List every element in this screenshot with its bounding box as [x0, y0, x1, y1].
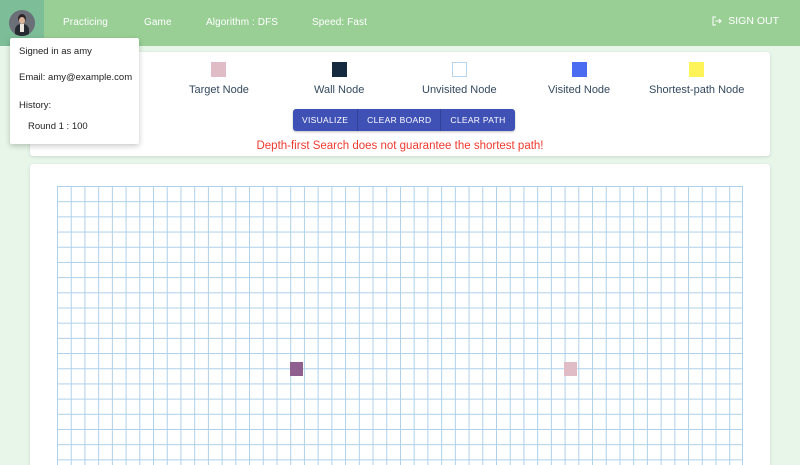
signed-in-text: Signed in as amy [19, 46, 92, 57]
visited-node-swatch [571, 62, 587, 77]
node-grid[interactable] [57, 186, 743, 465]
action-button-group: VISUALIZE CLEAR BOARD CLEAR PATH [293, 109, 515, 131]
clear-board-button[interactable]: CLEAR BOARD [358, 109, 442, 131]
wall-node-swatch [331, 62, 347, 77]
user-dropdown-menu: Signed in as amy Email: amy@example.com … [10, 38, 139, 144]
unvisited-node-swatch [451, 62, 467, 77]
sign-out-icon [712, 16, 722, 26]
email-text: Email: amy@example.com [19, 72, 133, 83]
legend-label: Target Node [189, 84, 249, 96]
legend-unvisited-node: Unvisited Node [422, 62, 497, 96]
legend-label: Shortest-path Node [649, 84, 745, 96]
legend-label: Visited Node [548, 84, 611, 96]
nav-game[interactable]: Game [144, 17, 172, 28]
grid-panel [30, 164, 770, 465]
start-node[interactable] [290, 362, 303, 376]
algorithm-warning: Depth-first Search does not guarantee th… [256, 140, 544, 152]
avatar[interactable] [9, 10, 35, 36]
legend-panel: Target Node Wall Node Unvisited Node Vis… [30, 52, 770, 156]
nav-algorithm-select[interactable]: Algorithm : DFS [206, 17, 278, 28]
history-round-item[interactable]: Round 1 : 100 [28, 121, 88, 132]
visualize-button[interactable]: VISUALIZE [293, 109, 359, 131]
history-label: History: [19, 100, 52, 111]
sign-out-button[interactable]: SIGN OUT [712, 15, 779, 27]
clear-path-button[interactable]: CLEAR PATH [441, 109, 514, 131]
target-node-swatch [211, 62, 227, 77]
legend-label: Unvisited Node [422, 84, 497, 96]
shortest-path-node-swatch [689, 62, 705, 77]
nav-speed-select[interactable]: Speed: Fast [312, 17, 367, 28]
target-node[interactable] [564, 362, 577, 376]
nav-practicing[interactable]: Practicing [63, 17, 108, 28]
legend-wall-node: Wall Node [314, 62, 364, 96]
legend-target-node: Target Node [189, 62, 249, 96]
sign-out-label: SIGN OUT [728, 15, 779, 27]
legend-label: Wall Node [314, 84, 365, 96]
legend-shortest-path-node: Shortest-path Node [649, 62, 744, 96]
legend-visited-node: Visited Node [548, 62, 610, 96]
